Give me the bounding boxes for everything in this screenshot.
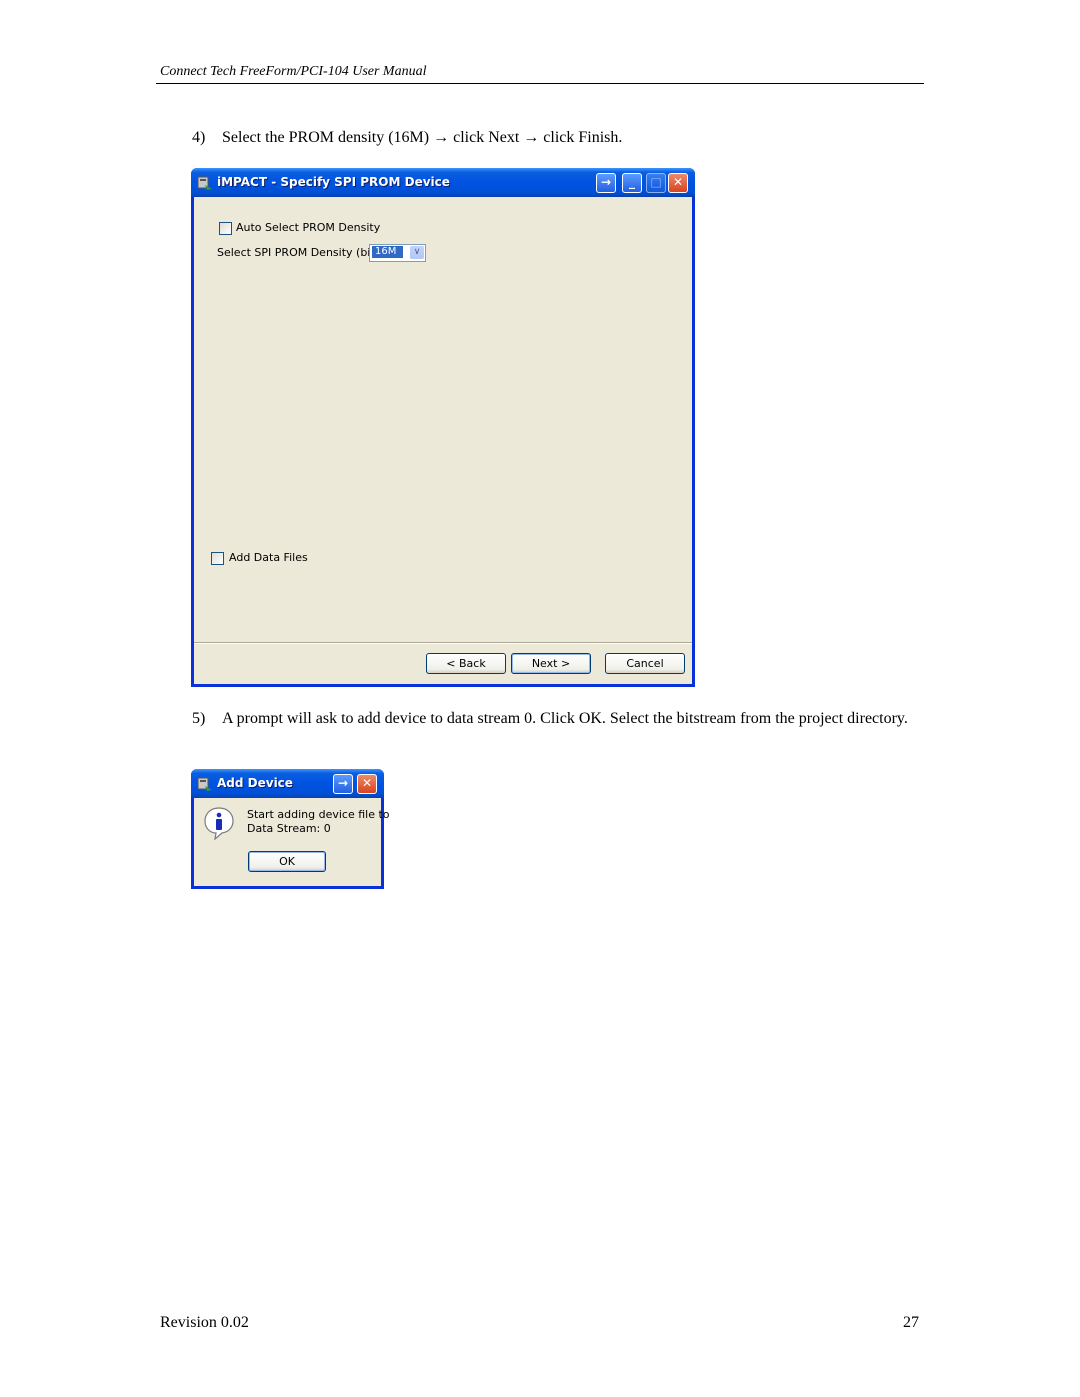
step-number: 4) <box>192 129 206 146</box>
add-device-title: Add Device <box>217 776 293 790</box>
close-icon: ✕ <box>672 175 684 189</box>
minimize-button[interactable]: _ <box>622 173 642 193</box>
step-number: 5) <box>192 710 206 727</box>
density-select[interactable]: 16M ∨ <box>369 244 426 262</box>
back-button[interactable]: < Back <box>426 653 506 674</box>
add-device-message-line1: Start adding device file to <box>247 808 390 821</box>
cancel-button[interactable]: Cancel <box>605 653 685 674</box>
dialog-titlebar[interactable]: iMPACT - Specify SPI PROM Device → _ □ ✕ <box>191 168 695 197</box>
impact-app-icon <box>197 176 212 190</box>
running-header: Connect Tech FreeForm/PCI-104 User Manua… <box>160 64 427 79</box>
auto-select-density-label: Auto Select PROM Density <box>236 221 381 234</box>
revision-label: Revision 0.02 <box>160 1314 249 1331</box>
context-help-icon: → <box>600 175 612 189</box>
density-label: Select SPI PROM Density (bits) <box>217 246 385 259</box>
info-icon <box>204 807 234 840</box>
step-text: A prompt will ask to add device to data … <box>222 710 908 727</box>
close-button[interactable]: ✕ <box>357 774 377 794</box>
density-selected-value: 16M <box>372 246 403 258</box>
close-button[interactable]: ✕ <box>668 173 688 193</box>
maximize-button[interactable]: □ <box>646 173 666 193</box>
minimize-icon: _ <box>629 175 635 189</box>
add-data-files-label: Add Data Files <box>229 551 308 564</box>
context-help-button[interactable]: → <box>333 774 353 794</box>
chevron-down-icon[interactable]: ∨ <box>410 246 424 259</box>
ok-button[interactable]: OK <box>248 851 326 872</box>
context-help-button[interactable]: → <box>596 173 616 193</box>
step-text: Select the PROM density (16M) → click Ne… <box>222 129 623 146</box>
dialog-title: iMPACT - Specify SPI PROM Device <box>217 175 450 189</box>
next-button[interactable]: Next > <box>511 653 591 674</box>
button-separator <box>194 642 692 644</box>
maximize-icon: □ <box>650 175 662 189</box>
impact-app-icon <box>197 777 212 791</box>
add-device-body: Start adding device file to Data Stream:… <box>194 798 390 886</box>
page-number: 27 <box>903 1314 919 1331</box>
add-device-titlebar[interactable]: Add Device → ✕ <box>191 769 384 798</box>
header-rule <box>156 83 924 84</box>
context-help-icon: → <box>337 776 349 790</box>
auto-select-density-checkbox[interactable] <box>219 222 232 235</box>
add-data-files-checkbox[interactable] <box>211 552 224 565</box>
add-device-message-line2: Data Stream: 0 <box>247 822 331 835</box>
dialog-body: Auto Select PROM Density Select SPI PROM… <box>194 197 692 684</box>
add-device-dialog: Add Device → ✕ Start adding device file … <box>191 769 390 889</box>
spi-prom-dialog: iMPACT - Specify SPI PROM Device → _ □ ✕… <box>191 168 695 687</box>
close-icon: ✕ <box>361 776 373 790</box>
